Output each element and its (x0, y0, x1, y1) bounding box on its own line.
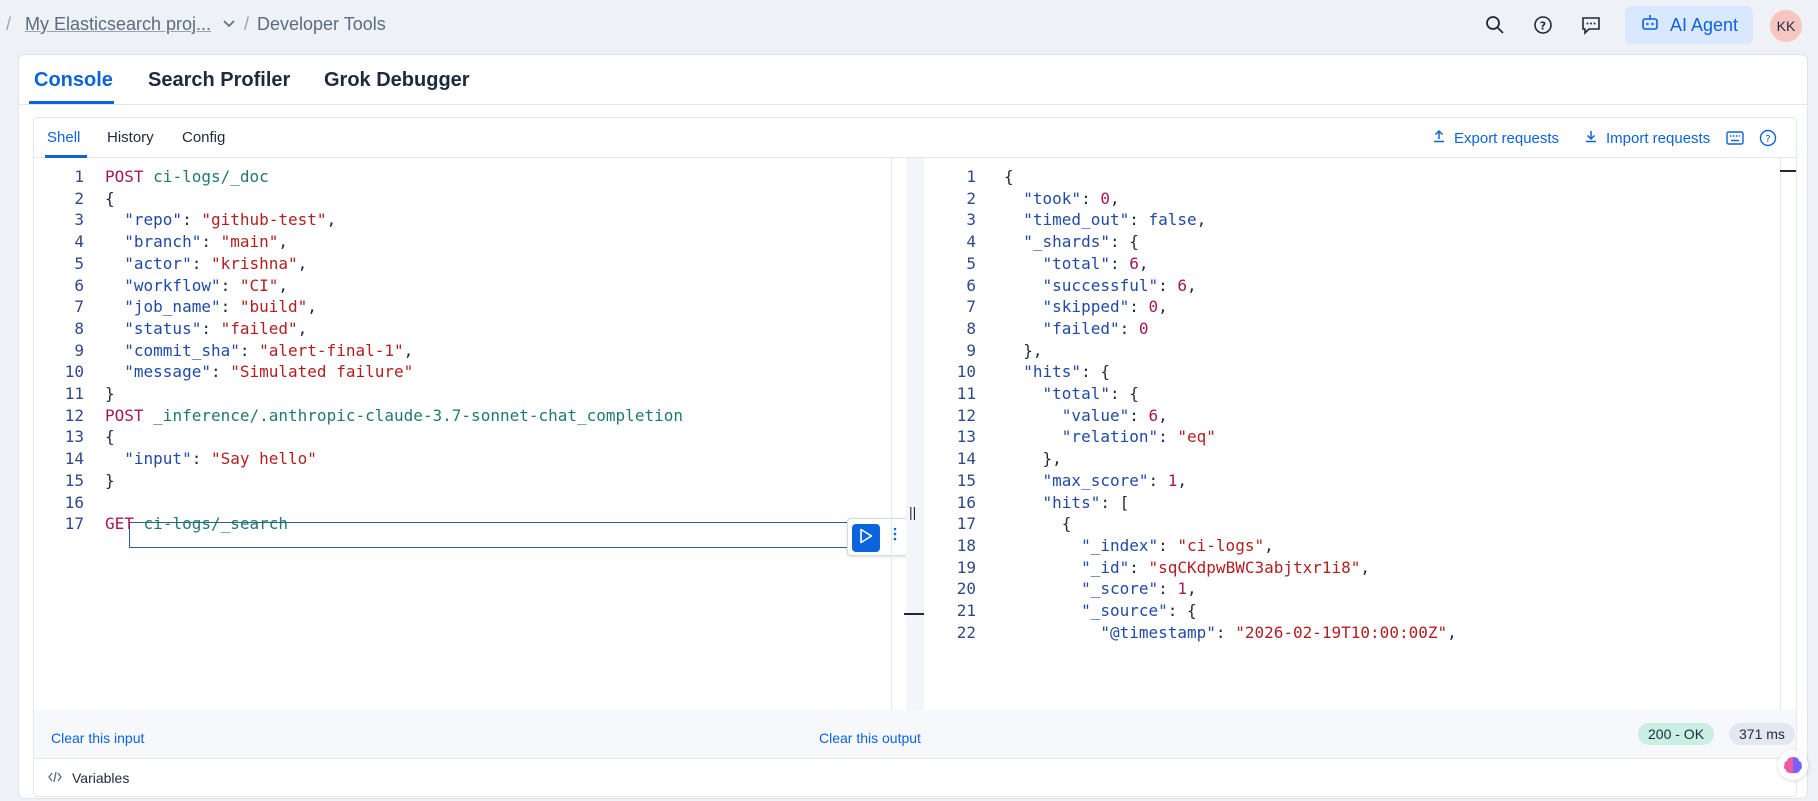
console-container: Shell History Config Export requests Imp… (33, 117, 1797, 797)
tab-grok-debugger[interactable]: Grok Debugger (324, 69, 470, 92)
upload-icon (1432, 129, 1446, 147)
line-number: 22 (956, 622, 976, 642)
code-text: GET ci-logs/_search (105, 514, 289, 534)
code-icon (48, 770, 62, 786)
help-icon[interactable]: ? (1758, 128, 1778, 148)
code-text: POST ci-logs/_doc (105, 167, 269, 186)
resize-handle-icon[interactable]: || (909, 504, 916, 520)
code-text: "message": "Simulated failure" (124, 362, 414, 382)
code-text: "input": "Say hello" (124, 449, 317, 469)
response-scrollbar[interactable] (1780, 158, 1796, 713)
import-requests-button[interactable]: Import requests (1584, 129, 1710, 147)
top-bar: / My Elasticsearch proj... / Developer T… (0, 0, 1818, 50)
developer-tools-panel: Console Search Profiler Grok Debugger Sh… (18, 54, 1808, 799)
import-requests-label: Import requests (1606, 129, 1711, 147)
resize-gutter[interactable] (906, 158, 924, 758)
variables-label: Variables (72, 769, 130, 786)
ai-agent-button[interactable]: AI Agent (1625, 6, 1753, 44)
breadcrumb-separator: / (244, 14, 250, 34)
editor-divider (891, 158, 892, 758)
chevron-down-icon[interactable] (222, 16, 236, 32)
breadcrumb-separator: / (6, 14, 12, 34)
chat-icon[interactable] (1578, 12, 1604, 38)
breadcrumb-current: Developer Tools (257, 14, 386, 34)
export-requests-button[interactable]: Export requests (1432, 129, 1559, 147)
line-number: 17 (64, 514, 84, 534)
svg-text:?: ? (1765, 134, 1770, 145)
send-request-button[interactable] (852, 524, 880, 552)
scroll-indicator (904, 613, 924, 615)
ai-agent-label: AI Agent (1669, 14, 1739, 35)
tab-console[interactable]: Console (34, 69, 113, 92)
keyboard-icon[interactable] (1725, 128, 1745, 148)
search-icon[interactable] (1482, 12, 1508, 38)
request-editor[interactable]: 1 POST ci-logs/_doc 2{3 "repo": "github-te… (34, 164, 889, 709)
console-sub-tabs: Shell History Config Export requests Imp… (34, 118, 1796, 158)
kebab-icon[interactable] (892, 526, 898, 547)
code-text: "@timestamp": "2026-02-19T10:00:00Z", (1100, 622, 1457, 642)
scroll-indicator (1780, 170, 1796, 172)
clear-input-button[interactable]: Clear this input (51, 730, 144, 746)
active-tab-indicator (29, 101, 114, 104)
code-text: } (105, 470, 115, 490)
download-icon (1584, 129, 1598, 147)
status-badge: 200 - OK (1638, 723, 1715, 745)
help-icon[interactable]: ? (1530, 12, 1556, 38)
code-text: POST _inference/.anthropic-claude-3.7-so… (105, 405, 683, 425)
tab-shell[interactable]: Shell (47, 129, 80, 146)
response-editor[interactable]: 1{2 "took": 0, 3 "timed_out": false, 4 "_s… (926, 164, 1781, 709)
robot-icon (1640, 13, 1660, 38)
tab-search-profiler[interactable]: Search Profiler (148, 69, 290, 92)
svg-text:?: ? (1540, 20, 1546, 33)
export-requests-label: Export requests (1454, 129, 1560, 147)
play-icon (859, 528, 873, 549)
clear-output-button[interactable]: Clear this output (819, 730, 921, 746)
variables-toggle[interactable]: Variables (34, 758, 1796, 796)
assistant-brain-icon[interactable] (1778, 750, 1808, 780)
avatar[interactable]: KK (1770, 10, 1802, 42)
tab-history[interactable]: History (107, 129, 154, 146)
response-time-badge: 371 ms (1729, 723, 1795, 745)
breadcrumb-project-link[interactable]: My Elasticsearch proj... (25, 14, 211, 35)
tab-config[interactable]: Config (182, 129, 225, 146)
active-subtab-indicator (45, 155, 87, 158)
main-tabs: Console Search Profiler Grok Debugger (19, 55, 1807, 105)
